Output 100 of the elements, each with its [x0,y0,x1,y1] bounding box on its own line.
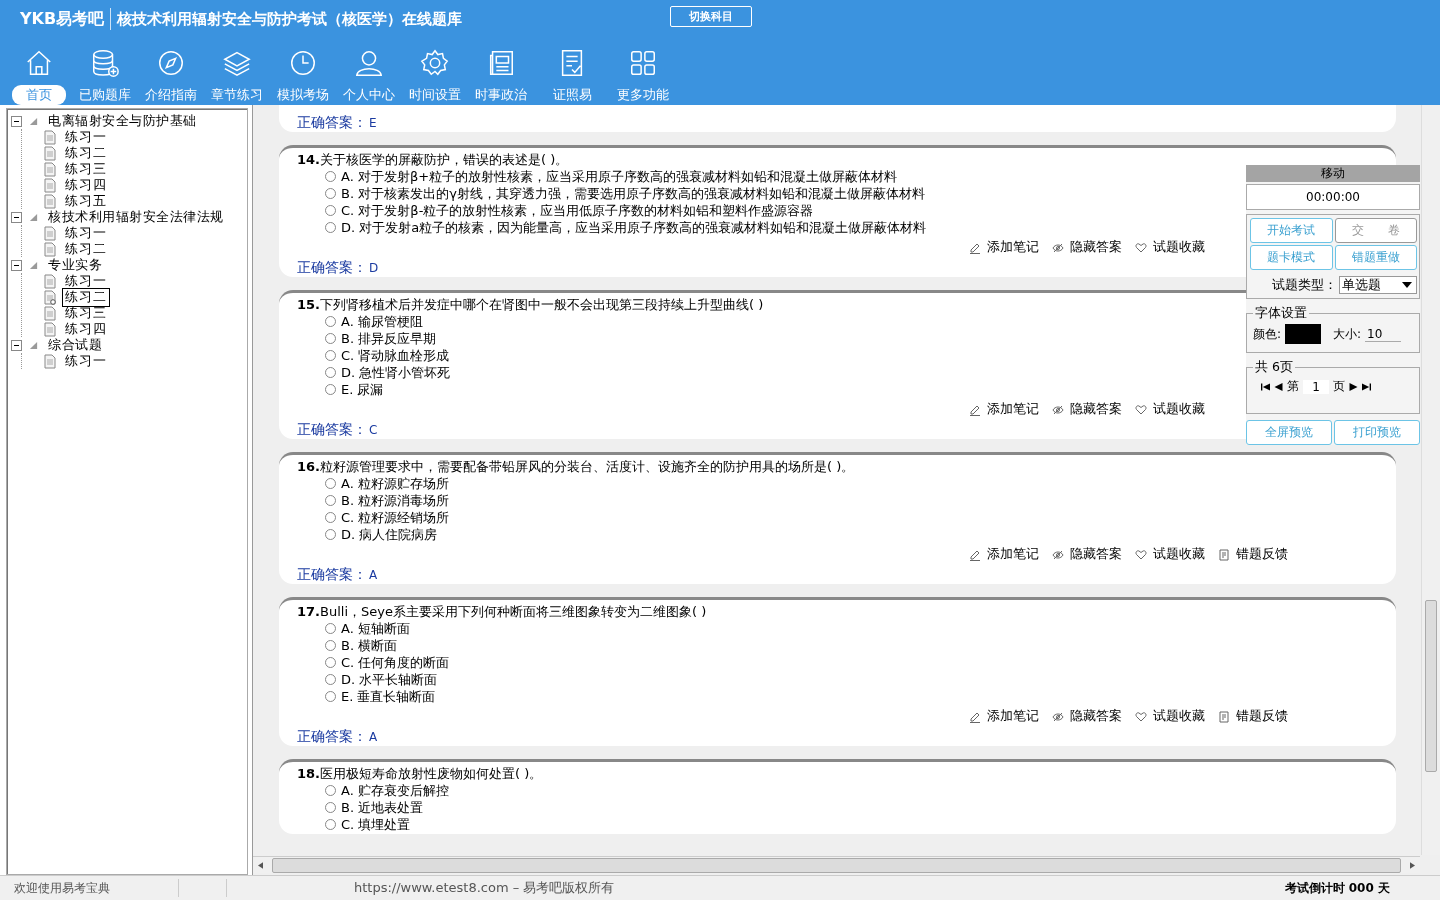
option-text[interactable]: B. 对于核素发出的γ射线，其穿透力强，需要选用原子序数高的强衰减材料如铅和混凝土做屏蔽体材料 [341,184,925,203]
radio-button[interactable] [325,623,336,634]
action-link[interactable]: 试题收藏 [1153,239,1205,256]
option-text[interactable]: A. 对于发射β+粒子的放射性核素，应当采用原子序数高的强衰减材料如铅和混凝土做屏蔽体材料 [341,167,898,186]
first-page-icon[interactable] [1261,382,1270,391]
tree-item[interactable]: 练习一 [62,351,110,371]
action-link[interactable]: 添加笔记 [987,401,1039,418]
option-text[interactable]: A. 短轴断面 [341,619,410,638]
radio-button[interactable] [325,350,336,361]
color-swatch[interactable] [1285,324,1322,344]
database-icon[interactable] [90,48,120,78]
radio-button[interactable] [325,785,336,796]
collapse-icon[interactable] [11,259,22,271]
tree-item[interactable]: 练习二 [62,287,110,307]
tree-group[interactable]: 专业实务 [48,256,102,274]
grid-icon[interactable] [628,48,658,78]
action-link[interactable]: 添加笔记 [987,708,1039,725]
horizontal-scrollbar[interactable] [253,856,1420,873]
eye-icon [1052,403,1064,416]
collapse-icon[interactable] [11,211,22,223]
option-text[interactable]: C. 对于发射β-粒子的放射性核素，应当用低原子序数的材料如铝和塑料作盛源容器 [341,201,814,220]
radio-button[interactable] [325,171,336,182]
settings-icon[interactable] [420,48,450,78]
type-label: 试题类型： [1272,276,1337,294]
action-link[interactable]: 隐藏答案 [1070,401,1122,418]
radio-button[interactable] [325,222,336,233]
radio-button[interactable] [325,333,336,344]
radio-button[interactable] [325,802,336,813]
option-text[interactable]: D. 水平长轴断面 [341,670,438,689]
radio-button[interactable] [325,512,336,523]
answer-text: 正确答案：A [297,728,378,744]
radio-button[interactable] [325,367,336,378]
action-link[interactable]: 错题反馈 [1236,546,1288,563]
option-text[interactable]: C. 粒籽源经销场所 [341,508,450,527]
action-link[interactable]: 试题收藏 [1153,708,1205,725]
option-text[interactable]: B. 近地表处置 [341,798,424,817]
radio-button[interactable] [325,316,336,327]
option-text[interactable]: A. 输尿管梗阻 [341,312,423,331]
tree-group[interactable]: 综合试题 [48,336,102,354]
option-text[interactable]: D. 病人住院病房 [341,525,438,544]
heart-icon [1135,241,1147,254]
font-settings-legend: 字体设置 [1253,305,1309,322]
action-link[interactable]: 添加笔记 [987,239,1039,256]
action-link[interactable]: 试题收藏 [1153,401,1205,418]
app-title: 核技术利用辐射安全与防护考试（核医学）在线题库 [117,9,463,29]
nav-tab[interactable]: 首页 [12,85,66,105]
scroll-right-icon[interactable] [1410,861,1415,869]
radio-button[interactable] [325,819,336,830]
tree-group[interactable]: 电离辐射安全与防护基础 [48,112,197,130]
pencil-icon [969,403,981,416]
radio-button[interactable] [325,188,336,199]
clock-icon[interactable] [288,48,318,78]
type-dropdown[interactable]: 单选题 [1339,276,1417,294]
action-link[interactable]: 隐藏答案 [1070,708,1122,725]
option-text[interactable]: E. 垂直长轴断面 [341,687,436,706]
option-text[interactable]: B. 排异反应早期 [341,329,437,348]
vertical-scrollbar[interactable] [1421,105,1440,855]
size-field[interactable]: 10 [1365,326,1402,342]
action-link[interactable]: 隐藏答案 [1070,546,1122,563]
triangle-icon [29,212,38,222]
option-text[interactable]: C. 肾动脉血栓形成 [341,346,450,365]
document-icon [44,305,56,321]
radio-button[interactable] [325,205,336,216]
option-text[interactable]: C. 填埋处置 [341,815,411,834]
previous-page-icon[interactable] [1274,382,1283,391]
heart-icon [1135,710,1147,723]
document-icon [44,225,56,241]
page-field[interactable]: 1 [1303,379,1329,394]
option-text[interactable]: C. 任何角度的断面 [341,653,450,672]
compass-icon[interactable] [156,48,186,78]
collapse-icon[interactable] [11,339,22,351]
user-icon[interactable] [354,48,384,78]
action-link[interactable]: 隐藏答案 [1070,239,1122,256]
radio-button[interactable] [325,384,336,395]
option-text[interactable]: D. 急性肾小管坏死 [341,363,451,382]
radio-button[interactable] [325,691,336,702]
action-link[interactable]: 错题反馈 [1236,708,1288,725]
radio-button[interactable] [325,640,336,651]
option-text[interactable]: A. 贮存衰变后解控 [341,781,449,800]
radio-button[interactable] [325,657,336,668]
radio-button[interactable] [325,674,336,685]
collapse-icon[interactable] [11,115,22,127]
radio-button[interactable] [325,478,336,489]
option-text[interactable]: B. 粒籽源消毒场所 [341,491,450,510]
radio-button[interactable] [325,529,336,540]
tree-group[interactable]: 核技术利用辐射安全法律法规 [48,208,224,226]
option-text[interactable]: D. 对于发射a粒子的核素，因为能量高，应当采用原子序数高的强衰减材料如铅和混凝土做屏蔽体材料 [341,218,927,237]
option-text[interactable]: A. 粒籽源贮存场所 [341,474,449,493]
home-icon[interactable] [24,48,54,78]
document-icon [44,161,56,177]
panel-title[interactable]: 移动 [1246,165,1420,182]
action-link[interactable]: 添加笔记 [987,546,1039,563]
question-text: 14.关于核医学的屏蔽防护，错误的表述是( )。 [297,152,569,167]
next-page-icon[interactable] [1349,382,1358,391]
last-page-icon[interactable] [1362,382,1371,391]
option-text[interactable]: E. 尿漏 [341,380,384,399]
scroll-left-icon[interactable] [258,861,263,869]
action-link[interactable]: 试题收藏 [1153,546,1205,563]
option-text[interactable]: B. 横断面 [341,636,398,655]
radio-button[interactable] [325,495,336,506]
